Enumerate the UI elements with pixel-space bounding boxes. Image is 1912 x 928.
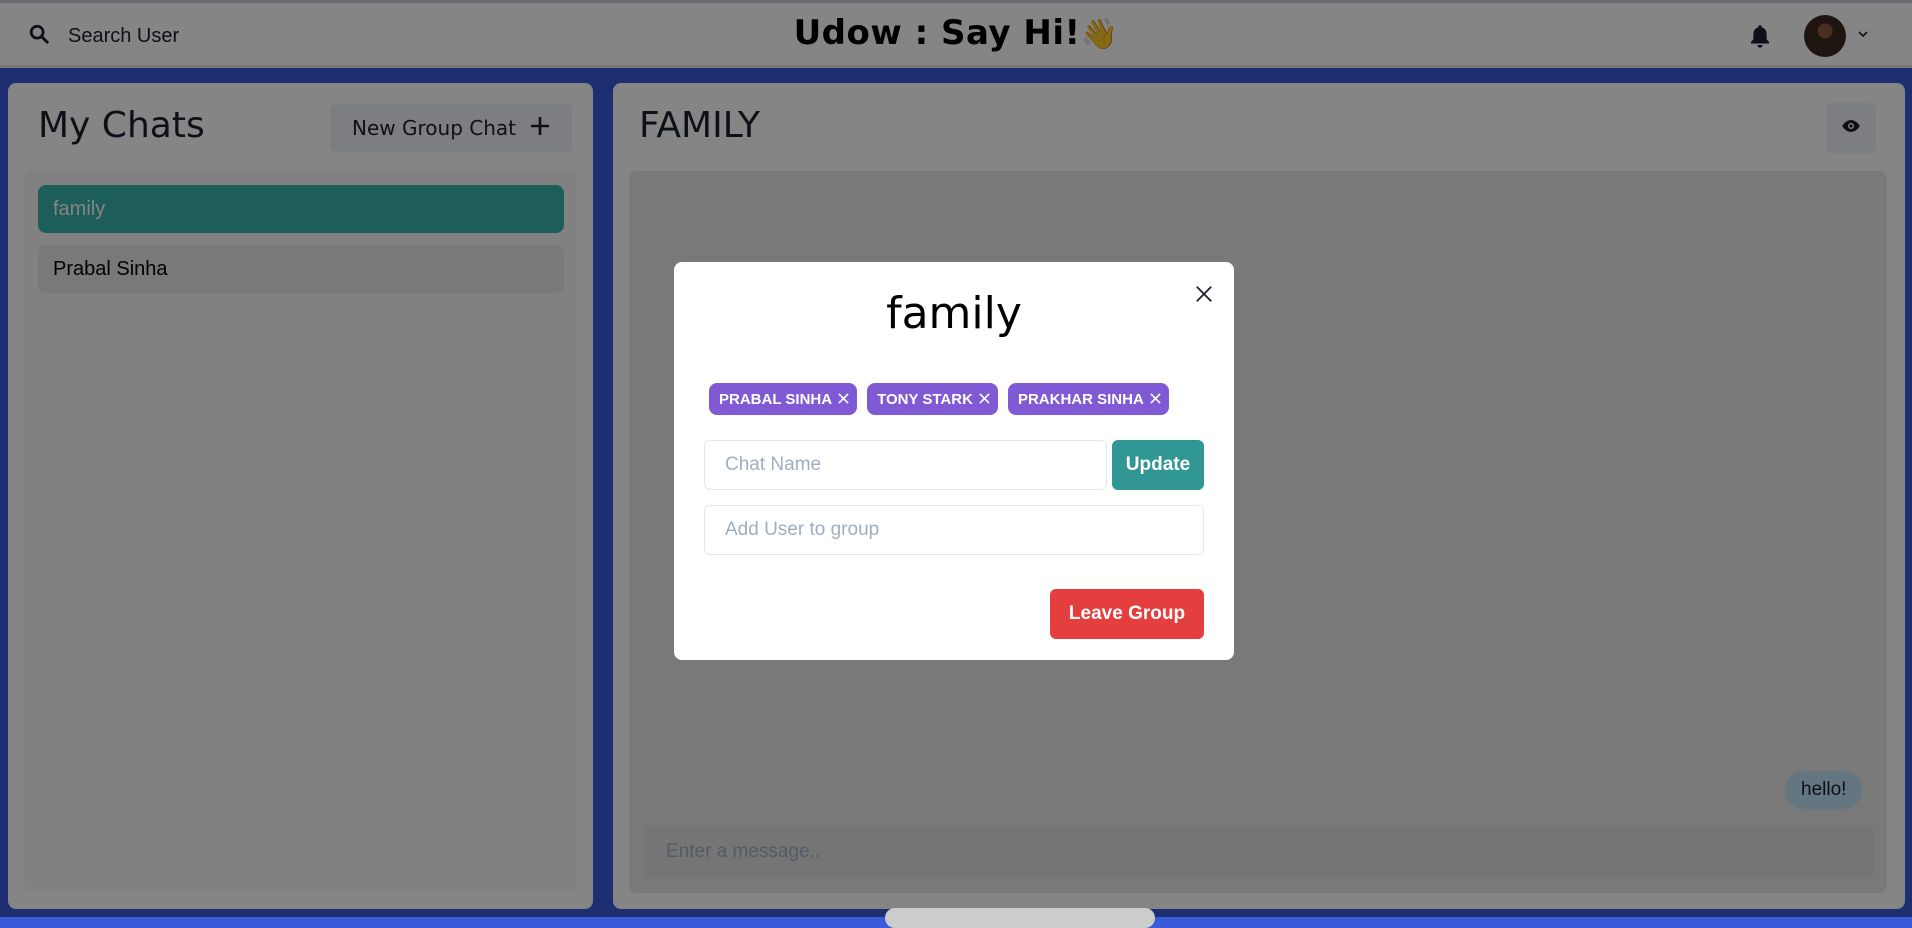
member-tag-prabal-sinha[interactable]: PRABAL SINHA <box>709 383 858 415</box>
member-tag-label: TONY STARK <box>877 390 973 408</box>
update-button[interactable]: Update <box>1112 440 1204 490</box>
close-icon[interactable] <box>1150 391 1161 408</box>
modal-title: family <box>886 288 1022 339</box>
member-tags: PRABAL SINHA TONY STARK PRAKHAR SINHA <box>709 383 1169 415</box>
member-tag-prakhar-sinha[interactable]: PRAKHAR SINHA <box>1007 383 1169 415</box>
add-user-input[interactable] <box>704 505 1204 555</box>
member-tag-label: PRAKHAR SINHA <box>1017 390 1144 408</box>
close-icon[interactable] <box>838 391 849 408</box>
close-icon <box>1195 285 1213 308</box>
chat-name-input[interactable] <box>704 440 1107 490</box>
member-tag-label: PRABAL SINHA <box>719 390 833 408</box>
group-settings-modal: family PRABAL SINHA TONY STARK PRAKHAR S… <box>674 262 1234 660</box>
close-button[interactable] <box>1188 280 1220 312</box>
bottom-scroll-pill <box>885 908 1155 928</box>
leave-group-button[interactable]: Leave Group <box>1050 589 1204 639</box>
close-icon[interactable] <box>979 391 990 408</box>
member-tag-tony-stark[interactable]: TONY STARK <box>867 383 998 415</box>
